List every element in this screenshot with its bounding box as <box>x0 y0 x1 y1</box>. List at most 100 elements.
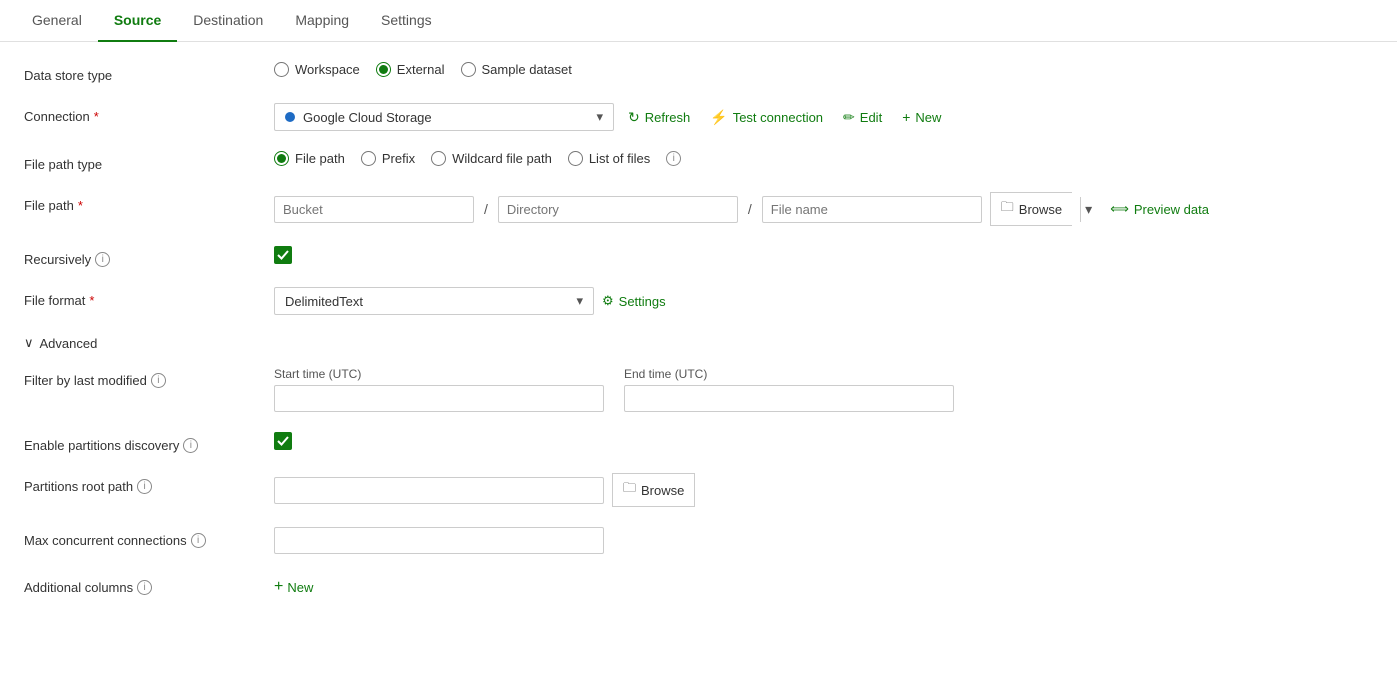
preview-data-label: Preview data <box>1134 202 1209 217</box>
preview-data-button[interactable]: ⟺ Preview data <box>1104 197 1215 221</box>
filter-last-modified-row: Filter by last modified i Start time (UT… <box>24 367 1373 412</box>
radio-external-label: External <box>397 62 445 77</box>
radio-wildcard[interactable]: Wildcard file path <box>431 151 552 166</box>
filter-last-modified-content: Start time (UTC) End time (UTC) <box>274 367 1373 412</box>
recursively-content <box>274 246 1373 264</box>
enable-partitions-label: Enable partitions discovery i <box>24 432 274 453</box>
additional-columns-row: Additional columns i + New <box>24 574 1373 600</box>
directory-input[interactable] <box>498 196 738 223</box>
partitions-root-path-row: Partitions root path i 🗀 Browse <box>24 473 1373 507</box>
tabs-bar: General Source Destination Mapping Setti… <box>0 0 1397 42</box>
recursively-info-icon[interactable]: i <box>95 252 110 267</box>
end-time-input[interactable] <box>624 385 954 412</box>
test-connection-button[interactable]: ⚡ Test connection <box>704 105 829 130</box>
partitions-browse-button[interactable]: 🗀 Browse <box>612 473 695 507</box>
additional-columns-content: + New <box>274 574 1373 600</box>
partitions-root-path-info-icon[interactable]: i <box>137 479 152 494</box>
browse-chevron-button[interactable]: ▾ <box>1080 197 1096 222</box>
radio-listoffiles[interactable]: List of files <box>568 151 650 166</box>
folder-icon: 🗀 <box>1001 198 1014 220</box>
file-path-type-content: File path Prefix Wildcard file path List… <box>274 151 1373 166</box>
radio-sample-label: Sample dataset <box>482 62 572 77</box>
additional-columns-info-icon[interactable]: i <box>137 580 152 595</box>
filename-input[interactable] <box>762 196 982 223</box>
radio-listoffiles-label: List of files <box>589 151 650 166</box>
additional-columns-new-button[interactable]: + New <box>274 574 313 600</box>
browse-label: Browse <box>1019 202 1062 217</box>
radio-filepath-label: File path <box>295 151 345 166</box>
tab-settings[interactable]: Settings <box>365 0 448 42</box>
file-format-dropdown[interactable]: DelimitedText ▾ <box>274 287 594 315</box>
file-path-label: File path * <box>24 192 274 213</box>
file-path-content: / / 🗀 Browse ▾ ⟺ Preview data <box>274 192 1373 226</box>
additional-new-label: New <box>287 580 313 595</box>
tab-source[interactable]: Source <box>98 0 177 42</box>
data-store-type-label: Data store type <box>24 62 274 83</box>
start-time-input[interactable] <box>274 385 604 412</box>
additional-columns-label: Additional columns i <box>24 574 274 595</box>
enable-partitions-row: Enable partitions discovery i <box>24 432 1373 453</box>
file-format-content: DelimitedText ▾ ⚙ Settings <box>274 287 1373 315</box>
max-concurrent-info-icon[interactable]: i <box>191 533 206 548</box>
browse-button[interactable]: 🗀 Browse <box>990 192 1072 226</box>
connection-row: Connection * Google Cloud Storage ▾ ↻ Re… <box>24 103 1373 131</box>
filter-last-modified-info-icon[interactable]: i <box>151 373 166 388</box>
data-store-type-row: Data store type Workspace External Sampl… <box>24 62 1373 83</box>
data-store-type-radio-group: Workspace External Sample dataset <box>274 62 572 77</box>
advanced-row[interactable]: ∨ Advanced <box>24 335 1373 351</box>
path-separator-1: / <box>482 201 490 217</box>
enable-partitions-content <box>274 432 1373 450</box>
radio-external[interactable]: External <box>376 62 445 77</box>
partitions-root-path-input[interactable] <box>274 477 604 504</box>
end-time-label: End time (UTC) <box>624 367 954 381</box>
file-path-type-label: File path type <box>24 151 274 172</box>
start-time-label: Start time (UTC) <box>274 367 604 381</box>
partitions-root-path-content: 🗀 Browse <box>274 473 1373 507</box>
test-connection-icon: ⚡ <box>710 109 727 126</box>
bucket-input[interactable] <box>274 196 474 223</box>
additional-plus-icon: + <box>274 578 283 596</box>
recursively-label: Recursively i <box>24 246 274 267</box>
radio-sample[interactable]: Sample dataset <box>461 62 572 77</box>
max-concurrent-input[interactable] <box>274 527 604 554</box>
tab-mapping[interactable]: Mapping <box>279 0 365 42</box>
radio-prefix[interactable]: Prefix <box>361 151 415 166</box>
file-format-settings-button[interactable]: ⚙ Settings <box>602 293 666 309</box>
file-path-type-info-icon[interactable]: i <box>666 151 681 166</box>
path-separator-2: / <box>746 201 754 217</box>
file-format-chevron-icon: ▾ <box>576 293 583 309</box>
end-time-group: End time (UTC) <box>624 367 954 412</box>
radio-workspace-label: Workspace <box>295 62 360 77</box>
tab-general[interactable]: General <box>16 0 98 42</box>
file-path-row: File path * / / 🗀 Browse ▾ ⟺ Preview dat… <box>24 192 1373 226</box>
radio-workspace[interactable]: Workspace <box>274 62 360 77</box>
filter-last-modified-label: Filter by last modified i <box>24 367 274 388</box>
file-path-required: * <box>78 198 83 213</box>
recursively-row: Recursively i <box>24 246 1373 267</box>
edit-button[interactable]: ✏ Edit <box>837 105 888 130</box>
partitions-folder-icon: 🗀 <box>623 479 636 501</box>
file-format-row: File format * DelimitedText ▾ ⚙ Settings <box>24 287 1373 315</box>
plus-icon: + <box>902 109 910 125</box>
partitions-browse-label: Browse <box>641 483 684 498</box>
enable-partitions-info-icon[interactable]: i <box>183 438 198 453</box>
edit-icon: ✏ <box>843 109 855 126</box>
file-path-type-radio-group: File path Prefix Wildcard file path List… <box>274 151 681 166</box>
enable-partitions-checkbox[interactable] <box>274 432 292 450</box>
recursively-checkbox[interactable] <box>274 246 292 264</box>
refresh-icon: ↻ <box>628 109 640 126</box>
data-store-type-content: Workspace External Sample dataset <box>274 62 1373 77</box>
start-time-group: Start time (UTC) <box>274 367 604 412</box>
connection-inner: Google Cloud Storage <box>285 110 432 125</box>
radio-filepath[interactable]: File path <box>274 151 345 166</box>
connection-content: Google Cloud Storage ▾ ↻ Refresh ⚡ Test … <box>274 103 1373 131</box>
file-path-type-row: File path type File path Prefix Wildcard… <box>24 151 1373 172</box>
new-connection-button[interactable]: + New <box>896 105 947 129</box>
connection-dropdown[interactable]: Google Cloud Storage ▾ <box>274 103 614 131</box>
radio-prefix-label: Prefix <box>382 151 415 166</box>
file-format-label: File format * <box>24 287 274 308</box>
tab-destination[interactable]: Destination <box>177 0 279 42</box>
refresh-button[interactable]: ↻ Refresh <box>622 105 696 130</box>
max-concurrent-content <box>274 527 1373 554</box>
max-concurrent-label: Max concurrent connections i <box>24 527 274 548</box>
